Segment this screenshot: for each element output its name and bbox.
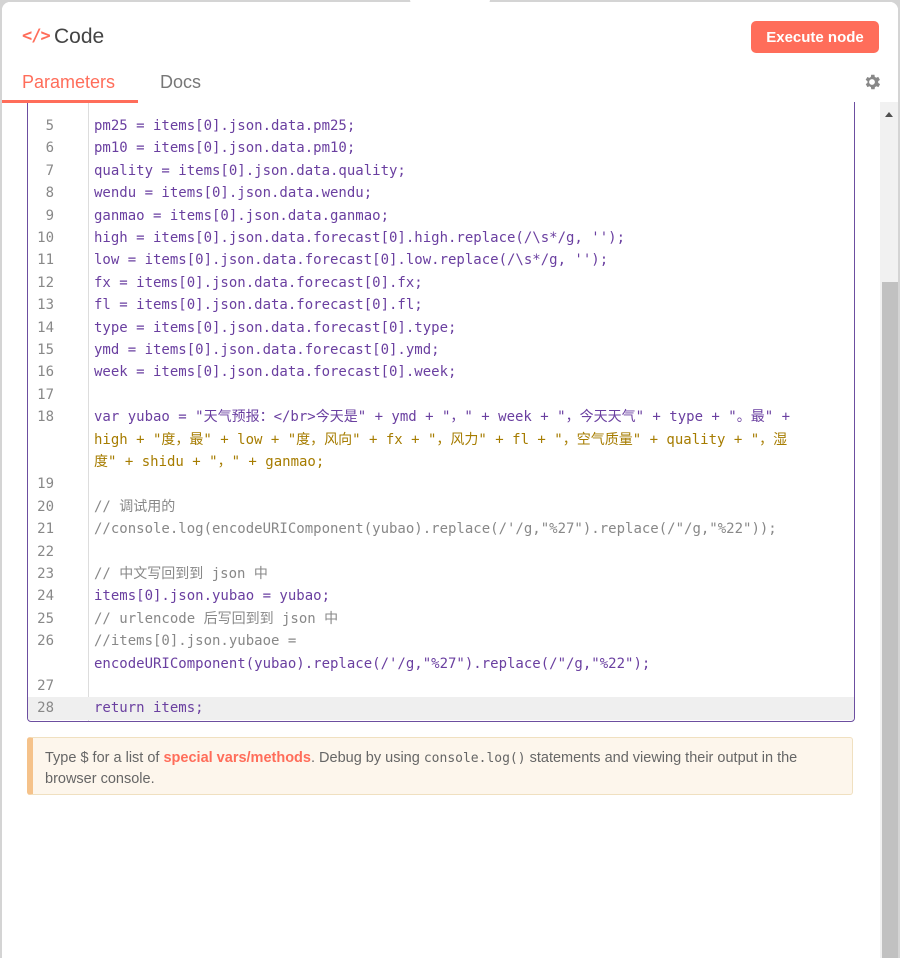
line-number: 23 <box>37 566 54 582</box>
code-icon: </> <box>22 26 51 46</box>
line-text: //console.log(encodeURIComponent(yubao).… <box>94 521 777 538</box>
node-title: Code <box>54 25 105 48</box>
line-number: 18 <box>37 409 54 426</box>
line-number: 25 <box>37 610 54 627</box>
scroll-up-icon[interactable] <box>885 112 893 117</box>
line-text: //items[0].json.yubaoe = <box>94 633 297 650</box>
line-number: 6 <box>45 140 54 157</box>
line-text: // urlencode 后写回到到 json 中 <box>94 610 339 627</box>
line-number: 20 <box>37 498 54 515</box>
code-line[interactable]: high + "度，最" + low + "度，风向" + fx + "，风力"… <box>28 429 854 451</box>
gear-icon[interactable] <box>862 72 882 92</box>
code-line[interactable]: 23 // 中文写回到到 json 中 <box>28 563 854 585</box>
line-text: high = items[0].json.data.forecast[0].hi… <box>94 230 626 246</box>
code-line[interactable]: 25 // urlencode 后写回到到 json 中 <box>28 608 854 630</box>
line-number: 14 <box>37 319 54 336</box>
line-text: quality = items[0].json.data.quality; <box>94 162 406 179</box>
code-line[interactable]: 13 fl = items[0].json.data.forecast[0].fl… <box>28 294 854 316</box>
line-text: ganmao = items[0].json.data.ganmao; <box>94 207 390 224</box>
line-number: 12 <box>37 274 54 291</box>
code-line[interactable]: 19 <box>28 473 854 495</box>
line-number: 24 <box>37 588 54 605</box>
line-text: items[0].json.yubao = yubao; <box>94 588 331 605</box>
line-number: 11 <box>37 252 54 269</box>
code-line[interactable]: 17 <box>28 384 854 406</box>
line-text: // 调试用的 <box>94 498 176 515</box>
line-text: wendu = items[0].json.data.wendu; <box>94 185 373 202</box>
line-text: ymd = items[0].json.data.forecast[0].ymd… <box>94 342 440 358</box>
panel-header: </> Code Execute node Parameters Docs <box>2 2 898 103</box>
scroll-thumb[interactable] <box>882 282 898 958</box>
line-text: return items; <box>94 700 204 717</box>
line-text: fx = items[0].json.data.forecast[0].fx; <box>94 274 423 291</box>
tab-parameters[interactable]: Parameters <box>22 72 115 93</box>
line-text: 度" + shidu + "，" + ganmao; <box>94 454 325 470</box>
code-line[interactable]: 9 ganmao = items[0].json.data.ganmao; <box>28 205 854 227</box>
line-number: 10 <box>37 230 54 246</box>
line-number: 16 <box>37 364 54 381</box>
code-node-panel: </> Code Execute node Parameters Docs 5 p… <box>2 2 898 958</box>
line-number: 19 <box>37 476 54 493</box>
code-line[interactable]: 18 var yubao = "天气预报：</br>今天是" + ymd + "，… <box>28 406 854 428</box>
code-line[interactable]: 7 quality = items[0].json.data.quality; <box>28 160 854 182</box>
line-text: // 中文写回到到 json 中 <box>94 566 268 582</box>
line-number: 5 <box>45 118 54 134</box>
code-line[interactable]: 5 pm25 = items[0].json.data.pm25; <box>28 115 854 137</box>
code-line[interactable]: 6 pm10 = items[0].json.data.pm10; <box>28 137 854 159</box>
line-number: 26 <box>37 633 54 650</box>
line-number: 22 <box>37 543 54 560</box>
code-line[interactable]: 12 fx = items[0].json.data.forecast[0].fx… <box>28 272 854 294</box>
code-line[interactable]: 14 type = items[0].json.data.forecast[0].… <box>28 317 854 339</box>
special-vars-link[interactable]: special vars/methods <box>163 750 311 766</box>
line-number: 17 <box>37 386 54 403</box>
code-line[interactable]: 22 <box>28 541 854 563</box>
line-number: 27 <box>37 678 54 694</box>
code-line[interactable]: encodeURIComponent(yubao).replace(/'/g,"… <box>28 653 854 675</box>
line-text: pm10 = items[0].json.data.pm10; <box>94 140 356 157</box>
code-line[interactable]: 16 week = items[0].json.data.forecast[0].… <box>28 361 854 383</box>
line-number: 21 <box>37 521 54 538</box>
hint-code: console.log() <box>423 751 526 766</box>
line-number: 15 <box>37 342 54 358</box>
code-line[interactable]: 26 //items[0].json.yubaoe = <box>28 630 854 652</box>
code-line[interactable]: 10 high = items[0].json.data.forecast[0].… <box>28 227 854 249</box>
line-text: pm25 = items[0].json.data.pm25; <box>94 118 356 134</box>
code-line[interactable]: 11 low = items[0].json.data.forecast[0].l… <box>28 249 854 271</box>
line-text: fl = items[0].json.data.forecast[0].fl; <box>94 297 423 314</box>
tab-docs[interactable]: Docs <box>160 72 201 93</box>
line-number: 7 <box>45 162 54 179</box>
line-text: var yubao = "天气预报：</br>今天是" + ymd + "，" … <box>94 409 791 426</box>
line-text: low = items[0].json.data.forecast[0].low… <box>94 252 609 269</box>
line-text: high + "度，最" + low + "度，风向" + fx + "，风力"… <box>94 431 788 448</box>
execute-node-button[interactable]: Execute node <box>751 21 879 53</box>
hint-text-middle: . Debug by using <box>310 750 424 766</box>
code-line[interactable]: 20 // 调试用的 <box>28 496 854 518</box>
code-line[interactable]: 27 <box>28 675 854 697</box>
line-text: type = items[0].json.data.forecast[0].ty… <box>94 319 457 336</box>
code-line[interactable]: 28 return items; <box>28 697 854 720</box>
code-editor[interactable]: 5 pm25 = items[0].json.data.pm25; 6 pm10 = … <box>27 87 855 722</box>
line-number: 9 <box>45 207 54 224</box>
code-line[interactable]: 24 items[0].json.yubao = yubao; <box>28 585 854 607</box>
code-line[interactable]: 21 //console.log(encodeURIComponent(yubao… <box>28 518 854 540</box>
hint-box: Type $ for a list of special vars/method… <box>27 737 853 795</box>
code-line[interactable]: 8 wendu = items[0].json.data.wendu; <box>28 182 854 204</box>
hint-text-prefix: Type $ for a list of <box>45 750 164 766</box>
line-number: 13 <box>37 297 54 314</box>
line-number: 8 <box>45 185 54 202</box>
code-line[interactable]: 度" + shidu + "，" + ganmao; <box>28 451 854 473</box>
line-text: week = items[0].json.data.forecast[0].we… <box>94 364 457 381</box>
vertical-scrollbar[interactable] <box>880 102 898 958</box>
code-line[interactable]: 15 ymd = items[0].json.data.forecast[0].y… <box>28 339 854 361</box>
line-number: 28 <box>37 700 54 717</box>
active-tab-underline <box>2 100 138 103</box>
line-text: encodeURIComponent(yubao).replace(/'/g,"… <box>94 655 651 672</box>
